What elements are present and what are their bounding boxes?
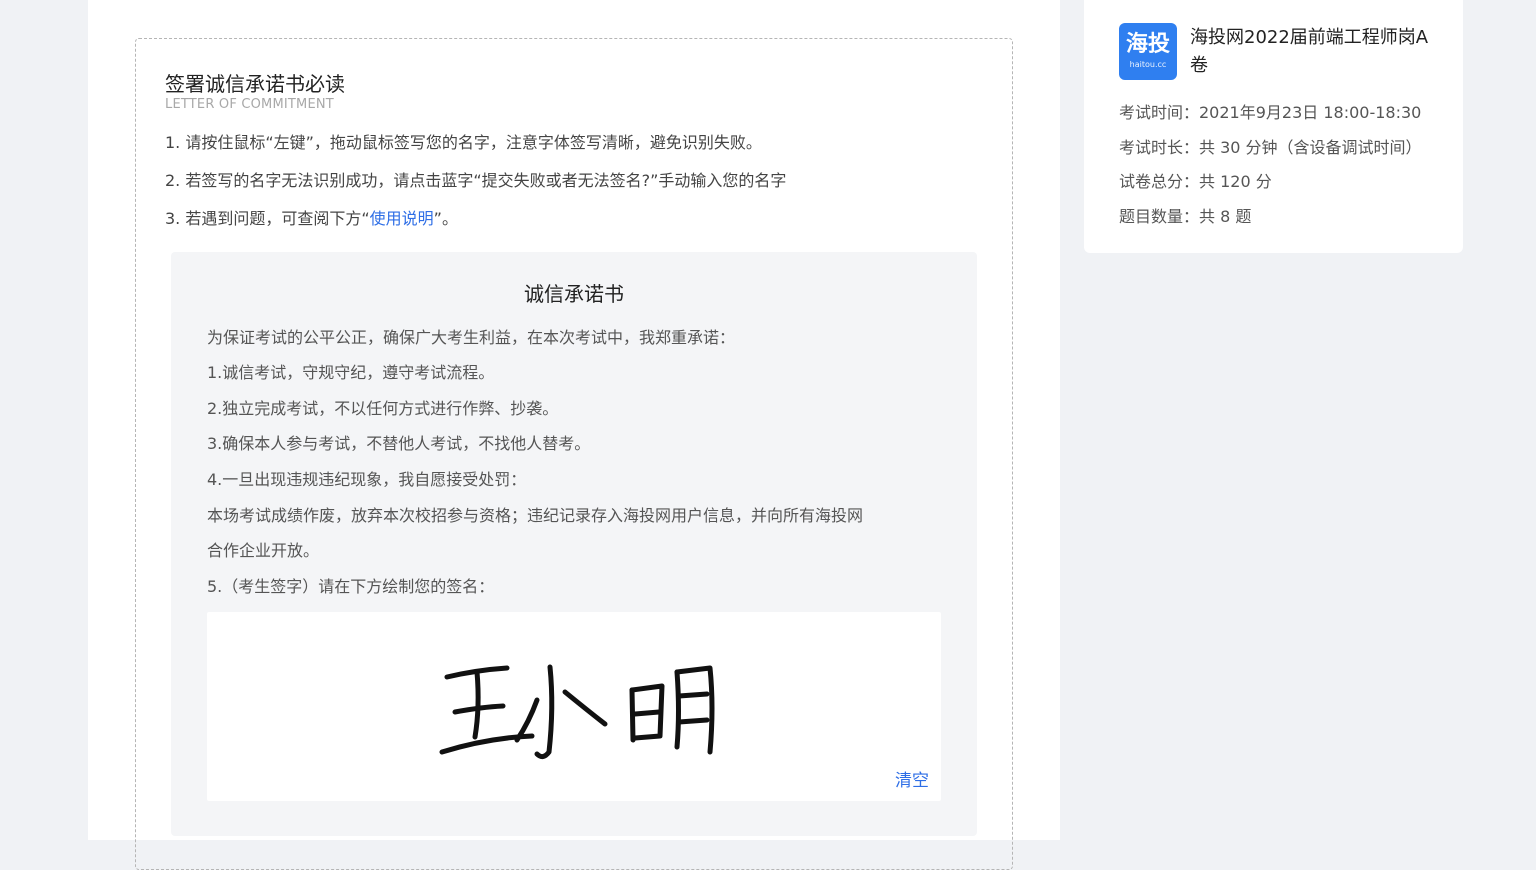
exam-total-score: 试卷总分：共 120 分 [1119, 172, 1272, 191]
letter-line: 合作企业开放。 [207, 541, 320, 560]
letter-line: 为保证考试的公平公正，确保广大考生利益，在本次考试中，我郑重承诺： [207, 328, 736, 347]
exam-duration: 考试时长：共 30 分钟（含设备调试时间） [1119, 138, 1422, 157]
logo-text: 海投 [1125, 32, 1170, 57]
instruction-3-prefix: 3. 若遇到问题，可查阅下方“ [165, 209, 370, 228]
usage-guide-link[interactable]: 使用说明 [370, 209, 434, 228]
instruction-3: 3. 若遇到问题，可查阅下方“使用说明”。 [165, 205, 458, 229]
instruction-1: 1. 请按住鼠标“左键”，拖动鼠标签写您的名字，注意字体签写清晰，避免识别失败。 [165, 133, 762, 152]
letter-line: 3.确保本人参与考试，不替他人考试，不找他人替考。 [207, 434, 591, 453]
signature-drawing [439, 664, 715, 760]
exam-title: 海投网2022届前端工程师岗A卷 [1190, 27, 1429, 76]
clear-button[interactable]: 清空 [895, 766, 929, 791]
letter-line: 4.一旦出现违规违纪现象，我自愿接受处罚： [207, 470, 527, 489]
exam-question-count: 题目数量：共 8 题 [1119, 207, 1252, 226]
letter-line: 2.独立完成考试，不以任何方式进行作弊、抄袭。 [207, 399, 559, 418]
exam-info-card: 海投 haitou.cc 海投网2022届前端工程师岗A卷 考试时间：2021年… [1084, 0, 1463, 253]
letter-line: 1.诚信考试，守规守纪，遵守考试流程。 [207, 363, 495, 382]
signature-pad[interactable]: 清空 [207, 612, 941, 801]
letter-line: 5.（考生签字）请在下方绘制您的签名： [207, 577, 495, 596]
logo-subtext: haitou.cc [1129, 60, 1167, 69]
letter-title: 诚信承诺书 [524, 282, 624, 306]
instruction-2: 2. 若签写的名字无法识别成功，请点击蓝字“提交失败或者无法签名?”手动输入您的… [165, 171, 787, 190]
commitment-letter: 诚信承诺书 为保证考试的公平公正，确保广大考生利益，在本次考试中，我郑重承诺： … [171, 252, 977, 836]
main-card: 签署诚信承诺书必读 LETTER OF COMMITMENT 1. 请按住鼠标“… [88, 0, 1060, 870]
intro-title: 签署诚信承诺书必读 [165, 72, 345, 96]
intro-subtitle: LETTER OF COMMITMENT [165, 97, 334, 112]
haitou-logo: 海投 haitou.cc [1119, 23, 1177, 80]
instruction-3-suffix: ”。 [433, 209, 458, 228]
exam-time: 考试时间：2021年9月23日 18:00-18:30 [1119, 103, 1422, 122]
letter-line: 本场考试成绩作废，放弃本次校招参与资格；违纪记录存入海投网用户信息，并向所有海投… [207, 506, 864, 525]
